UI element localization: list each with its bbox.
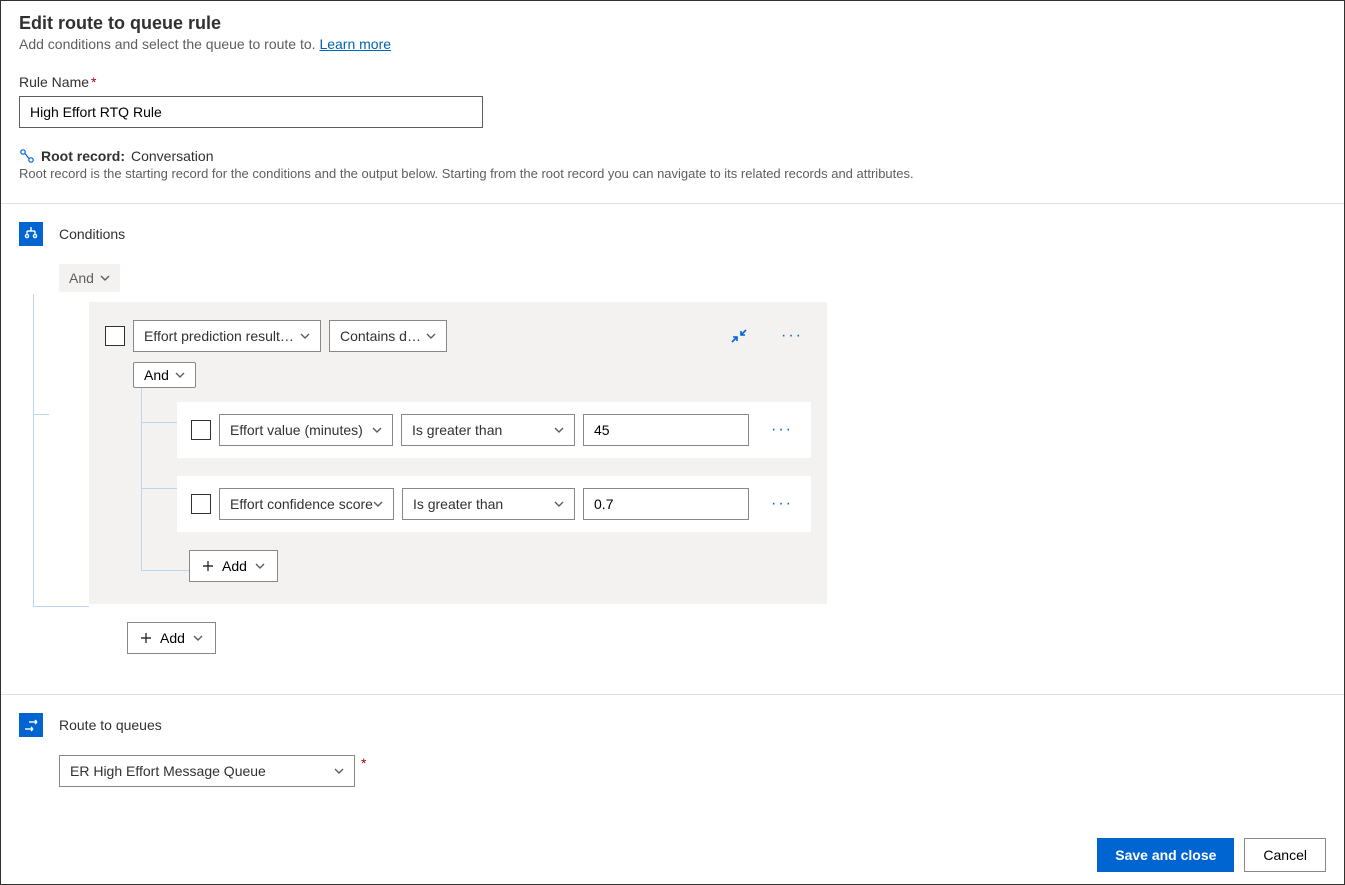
more-actions-icon[interactable]: ··· — [767, 495, 797, 513]
tree-line — [33, 294, 34, 606]
condition-checkbox[interactable] — [191, 420, 211, 440]
add-inner-condition-button[interactable]: Add — [189, 550, 278, 582]
chevron-down-icon — [300, 331, 310, 341]
operator-dropdown[interactable]: Is greater than — [402, 488, 575, 520]
route-row: ER High Effort Message Queue * — [19, 755, 1326, 787]
chevron-down-icon — [255, 561, 265, 571]
page-title: Edit route to queue rule — [19, 13, 1326, 34]
conditions-area: And Effort prediction result… Co — [19, 264, 1326, 654]
top-and-operator[interactable]: And — [59, 264, 120, 292]
chevron-down-icon — [193, 633, 203, 643]
conditions-icon — [19, 222, 43, 246]
chevron-down-icon — [175, 370, 185, 380]
edit-rule-panel: Edit route to queue rule Add conditions … — [0, 0, 1345, 885]
chevron-down-icon — [334, 766, 344, 776]
plus-icon — [202, 560, 214, 572]
inner-add-row: Add — [189, 550, 811, 582]
root-record-value: Conversation — [131, 148, 214, 164]
plus-icon — [140, 632, 152, 644]
rule-name-input[interactable] — [19, 96, 483, 128]
chevron-down-icon — [554, 499, 564, 509]
nested-area: And Effort value (minutes) — [133, 362, 811, 582]
chevron-down-icon — [373, 499, 383, 509]
chevron-down-icon — [554, 425, 564, 435]
entity-dropdown[interactable]: Effort prediction result… — [133, 320, 321, 352]
conditions-header: Conditions — [19, 222, 1326, 246]
add-outer-condition-button[interactable]: Add — [127, 622, 216, 654]
route-icon — [19, 713, 43, 737]
value-input[interactable] — [583, 414, 749, 446]
conditions-title: Conditions — [59, 226, 125, 242]
chevron-down-icon — [100, 273, 110, 283]
more-actions-icon[interactable]: ··· — [767, 421, 797, 439]
condition-row: Effort confidence score Is greater than — [177, 476, 811, 532]
condition-group: Effort prediction result… Contains data — [89, 302, 827, 604]
section-separator — [1, 203, 1344, 204]
chevron-down-icon — [372, 425, 382, 435]
tree-line — [33, 414, 49, 415]
relationship-icon — [19, 148, 35, 164]
attribute-dropdown[interactable]: Effort value (minutes) — [219, 414, 393, 446]
group-top-row: Effort prediction result… Contains data — [105, 320, 811, 352]
save-and-close-button[interactable]: Save and close — [1097, 838, 1234, 872]
root-record-description: Root record is the starting record for t… — [19, 166, 1326, 181]
condition-row: Effort value (minutes) Is greater than — [177, 402, 811, 458]
root-record-row: Root record: Conversation — [19, 148, 1326, 164]
outer-add-row: Add — [127, 622, 1326, 654]
footer: Save and close Cancel — [19, 818, 1326, 872]
entity-operator-dropdown[interactable]: Contains data — [329, 320, 447, 352]
group-top-row-actions: ··· — [731, 327, 811, 345]
sub-conditions: Effort value (minutes) Is greater than — [177, 402, 811, 582]
required-asterisk: * — [91, 74, 96, 90]
group-checkbox[interactable] — [105, 326, 125, 346]
tree-line — [33, 606, 89, 607]
section-separator — [1, 694, 1344, 695]
required-asterisk: * — [361, 755, 366, 771]
attribute-dropdown[interactable]: Effort confidence score — [219, 488, 394, 520]
condition-checkbox[interactable] — [191, 494, 211, 514]
operator-dropdown[interactable]: Is greater than — [401, 414, 575, 446]
root-record-label: Root record: — [41, 148, 125, 164]
value-input[interactable] — [583, 488, 749, 520]
collapse-icon[interactable] — [731, 328, 747, 344]
inner-and-operator[interactable]: And — [133, 362, 196, 388]
learn-more-link[interactable]: Learn more — [319, 36, 391, 52]
cancel-button[interactable]: Cancel — [1244, 838, 1326, 872]
route-header: Route to queues — [19, 713, 1326, 737]
rule-name-label: Rule Name* — [19, 74, 1326, 90]
chevron-down-icon — [426, 331, 436, 341]
route-title: Route to queues — [59, 717, 162, 733]
more-actions-icon[interactable]: ··· — [777, 327, 807, 345]
subtitle-text: Add conditions and select the queue to r… — [19, 36, 319, 52]
page-subtitle: Add conditions and select the queue to r… — [19, 36, 1326, 52]
queue-dropdown[interactable]: ER High Effort Message Queue — [59, 755, 355, 787]
